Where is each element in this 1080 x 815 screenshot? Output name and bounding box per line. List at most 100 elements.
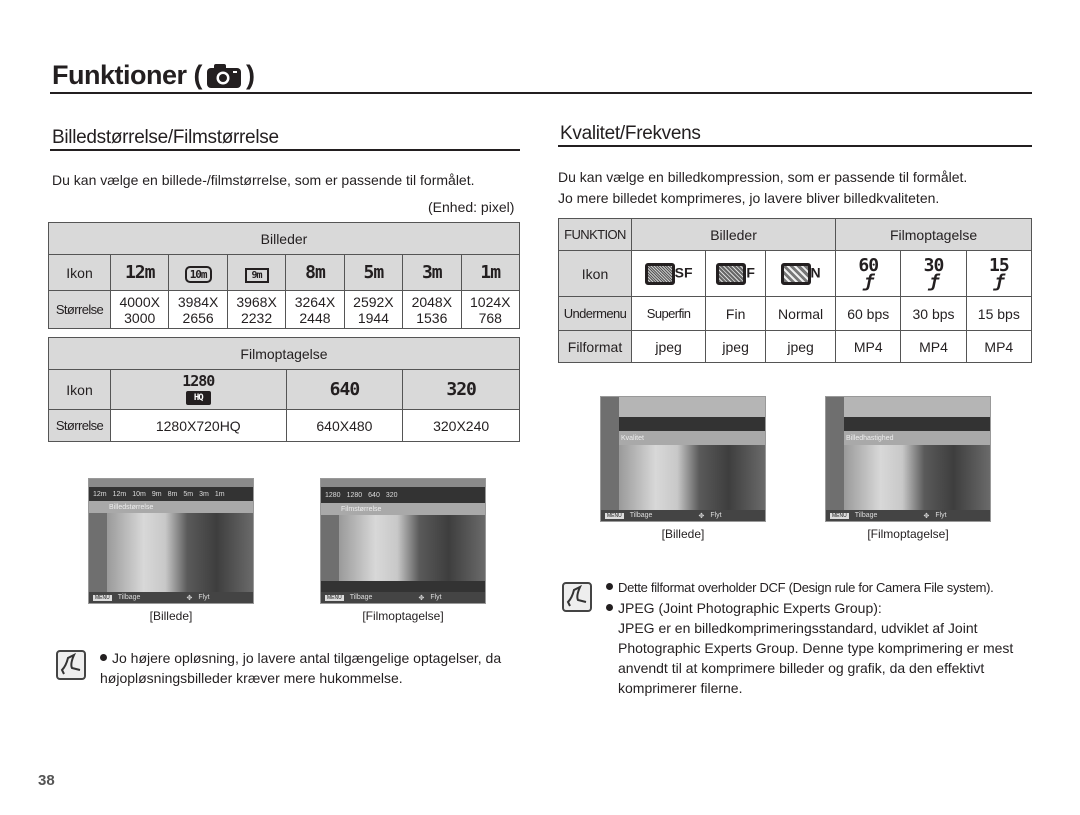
section-rule bbox=[558, 145, 1032, 147]
row-label: Størrelse bbox=[48, 409, 111, 442]
size-w: 3968X bbox=[236, 293, 277, 310]
size-value: 3984X 2656 bbox=[168, 290, 228, 329]
size-9m-icon: 9m bbox=[226, 254, 287, 291]
size-value: 320X240 bbox=[402, 409, 520, 442]
option: 9m bbox=[151, 490, 162, 498]
size-w: 2048X bbox=[411, 293, 453, 310]
format-value: jpeg bbox=[630, 330, 707, 363]
option: 12m bbox=[93, 490, 107, 498]
screenshot-caption: [Filmoptagelse] bbox=[867, 527, 949, 541]
size-h: 2232 bbox=[240, 309, 273, 326]
size-8m-icon: 8m bbox=[285, 254, 345, 291]
size-value: 3264X 2448 bbox=[285, 290, 345, 329]
submenu-value: Normal bbox=[765, 296, 837, 331]
dpad-icon: ✥ bbox=[418, 594, 425, 602]
menu-key: MENU bbox=[830, 512, 849, 519]
grid-glyph bbox=[716, 262, 747, 285]
note-body: Jo højere opløsning, jo lavere antal til… bbox=[100, 650, 502, 686]
menu-label: Billedstørrelse bbox=[89, 501, 253, 513]
format-value: MP4 bbox=[900, 330, 967, 363]
size-1m-icon: 1m bbox=[460, 254, 521, 291]
move-label: Flyt bbox=[935, 512, 947, 519]
bullet bbox=[606, 583, 613, 591]
size-value: 1024X 768 bbox=[460, 290, 521, 329]
table-header: Filmoptagelse bbox=[48, 337, 520, 370]
page-title-text: Funktioner ( bbox=[52, 60, 203, 90]
page-number: 38 bbox=[38, 772, 55, 789]
size-options-bar: 12m 12m 10m 9m 8m 5m 3m 1m bbox=[89, 487, 253, 501]
screenshot-caption: [Billede] bbox=[661, 527, 705, 541]
bullet bbox=[100, 653, 107, 661]
screen-footer: MENU Tilbage ✥ Flyt bbox=[321, 592, 485, 603]
icon-suffix: F bbox=[746, 264, 755, 281]
note-item: JPEG (Joint Photographic Experts Group): bbox=[606, 598, 1036, 618]
move-label: Flyt bbox=[430, 594, 442, 601]
dpad-icon: ✥ bbox=[186, 594, 193, 602]
note-body: Dette filformat overholder DCF (Design r… bbox=[618, 580, 994, 595]
page-title-close: ) bbox=[246, 60, 255, 90]
wedding-photo bbox=[339, 515, 485, 581]
format-value: MP4 bbox=[965, 330, 1033, 363]
quality-normal-icon: N bbox=[765, 250, 837, 297]
back-label: Tilbage bbox=[349, 594, 373, 601]
option: 640 bbox=[368, 491, 380, 499]
table-header-movie: Filmoptagelse bbox=[835, 218, 1032, 251]
row-label: Ikon bbox=[48, 369, 111, 410]
screen-top bbox=[826, 397, 990, 417]
size-value: 640X480 bbox=[285, 409, 404, 442]
size-h: 2448 bbox=[299, 309, 331, 326]
option: 12m bbox=[112, 490, 127, 498]
section-rule bbox=[50, 149, 520, 151]
intro-line-2: Jo mere billedet komprimeres, jo lavere … bbox=[558, 190, 940, 206]
side-icons bbox=[89, 513, 107, 592]
fps-30-icon: 30 ƒ bbox=[900, 250, 967, 297]
quality-table: FUNKTION Billeder Filmoptagelse Ikon SF … bbox=[558, 218, 1033, 363]
camera-icon bbox=[206, 63, 242, 89]
menu-label: Filmstørrelse bbox=[321, 503, 485, 515]
screen-footer: MENU Tilbage ✥ Flyt bbox=[601, 510, 765, 521]
size-options-bar: 1280 1280 640 320 bbox=[321, 487, 485, 503]
screen-footer: MENU Tilbage ✥ Flyt bbox=[826, 510, 990, 521]
grid-glyph bbox=[644, 262, 675, 285]
camera-screen-framerate: Billedhastighed MENU Tilbage ✥ Flyt bbox=[825, 396, 991, 522]
menu-key: MENU bbox=[325, 594, 344, 601]
screen-top bbox=[601, 397, 765, 417]
row-label: Undermenu bbox=[558, 296, 632, 331]
size-10m-label: 10m bbox=[184, 266, 212, 283]
funktion-label: FUNKTION bbox=[558, 218, 632, 251]
dark-strip bbox=[321, 581, 485, 592]
submenu-value: 15 bps bbox=[965, 296, 1033, 331]
movie-640-icon: 640 bbox=[285, 369, 404, 410]
camera-screen-quality: Kvalitet MENU Tilbage ✥ Flyt bbox=[600, 396, 766, 522]
row-label: Filformat bbox=[558, 330, 632, 363]
size-5m-icon: 5m bbox=[343, 254, 404, 291]
submenu-value: Fin bbox=[705, 296, 767, 331]
submenu-value: 60 bps bbox=[835, 296, 902, 331]
wedding-photo bbox=[844, 445, 990, 510]
format-value: MP4 bbox=[835, 330, 902, 363]
format-value: jpeg bbox=[705, 330, 767, 363]
movie-320-icon: 320 bbox=[402, 369, 520, 410]
film-f-glyph: ƒ bbox=[928, 270, 940, 292]
note-icon bbox=[56, 650, 86, 680]
size-w: 3264X bbox=[294, 293, 336, 310]
note-icon bbox=[562, 582, 592, 612]
menu-label: Billedhastighed bbox=[826, 431, 990, 445]
fps-15-icon: 15 ƒ bbox=[965, 250, 1033, 297]
menu-key: MENU bbox=[93, 594, 112, 601]
size-h: 3000 bbox=[124, 309, 156, 326]
submenu-value: Superfin bbox=[630, 296, 707, 331]
hq-badge: HQ bbox=[185, 391, 211, 405]
option: 320 bbox=[385, 491, 398, 499]
row-label: Ikon bbox=[558, 250, 632, 297]
size-value: 3968X 2232 bbox=[226, 290, 287, 329]
side-icons bbox=[601, 397, 619, 510]
size-value: 4000X 3000 bbox=[109, 290, 170, 329]
size-12m-icon: 12m bbox=[109, 254, 170, 291]
table-header-images: Billeder bbox=[630, 218, 837, 251]
film-f-glyph: ƒ bbox=[993, 270, 1005, 292]
back-label: Tilbage bbox=[854, 512, 878, 519]
camera-screen-movie-size: 1280 1280 640 320 Filmstørrelse MENU Til… bbox=[320, 478, 486, 604]
quality-superfine-icon: SF bbox=[630, 250, 707, 297]
size-10m-icon: 10m bbox=[168, 254, 228, 291]
